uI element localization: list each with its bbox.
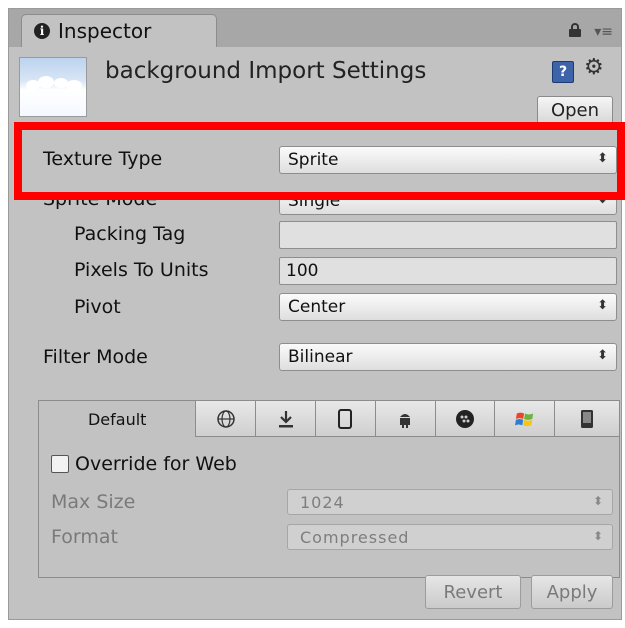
format-label: Format [51,526,118,548]
pixels-to-units-label: Pixels To Units [74,259,209,281]
packing-tag-input[interactable] [279,221,617,249]
gear-icon[interactable]: ⚙ [584,55,604,80]
format-value: Compressed [300,527,410,547]
texture-thumbnail [19,57,87,117]
filter-mode-label: Filter Mode [43,346,148,368]
texture-type-dropdown[interactable]: Sprite ⬍ [279,146,617,174]
pixels-to-units-input[interactable]: 100 [279,257,617,285]
pivot-dropdown[interactable]: Center ⬍ [279,293,617,321]
tab-default-label: Default [87,409,147,429]
tab-ios[interactable] [316,401,376,437]
tab-web[interactable] [196,401,257,437]
globe-icon [216,409,236,429]
max-size-value: 1024 [300,492,345,512]
revert-button[interactable]: Revert [425,575,521,609]
tab-default[interactable]: Default [39,401,197,437]
tab-bar: i Inspector ▾≡ [9,9,621,47]
tab-standalone[interactable] [256,401,317,437]
platform-tabs: Default [39,401,620,437]
max-size-dropdown: 1024 ⬍ [287,489,613,515]
dropdown-arrows-icon: ⬍ [592,529,604,543]
help-icon[interactable]: ? [552,61,574,83]
phone-icon [335,408,355,429]
tab-label: Inspector [58,19,152,43]
download-icon [276,409,296,429]
texture-type-label: Texture Type [43,148,163,170]
platform-settings: Default Override for Web Max Size 1024 ⬍… [38,400,620,578]
format-dropdown: Compressed ⬍ [287,524,613,550]
info-icon: i [34,23,50,39]
open-button[interactable]: Open [537,96,613,124]
pivot-label: Pivot [74,296,121,318]
tab-inspector[interactable]: i Inspector [21,14,217,47]
tab-blackberry[interactable] [435,401,496,437]
android-icon [395,409,415,429]
packing-tag-label: Packing Tag [74,223,186,245]
windows-icon [514,409,535,429]
filter-mode-value: Bilinear [288,347,353,367]
texture-type-value: Sprite [288,150,339,170]
dropdown-arrows-icon: ⬍ [592,494,604,508]
blackberry-icon [455,409,475,429]
override-checkbox[interactable] [51,455,69,473]
windows-phone-icon [577,409,597,429]
tab-android[interactable] [375,401,436,437]
filter-mode-dropdown[interactable]: Bilinear ⬍ [279,343,617,371]
dropdown-arrows-icon: ⬍ [597,348,608,363]
tab-windows-store[interactable] [495,401,556,437]
lock-icon[interactable] [569,23,581,37]
max-size-label: Max Size [51,491,136,513]
dropdown-arrows-icon: ⬍ [597,151,608,166]
menu-icon[interactable]: ▾≡ [594,24,613,40]
page-title: background Import Settings [105,58,427,84]
apply-button[interactable]: Apply [531,575,613,609]
dropdown-arrows-icon: ⬍ [597,298,608,313]
pivot-value: Center [288,297,346,317]
override-checkbox-row[interactable]: Override for Web [51,453,237,475]
override-label: Override for Web [75,453,237,475]
tab-windows-phone[interactable] [555,401,620,437]
